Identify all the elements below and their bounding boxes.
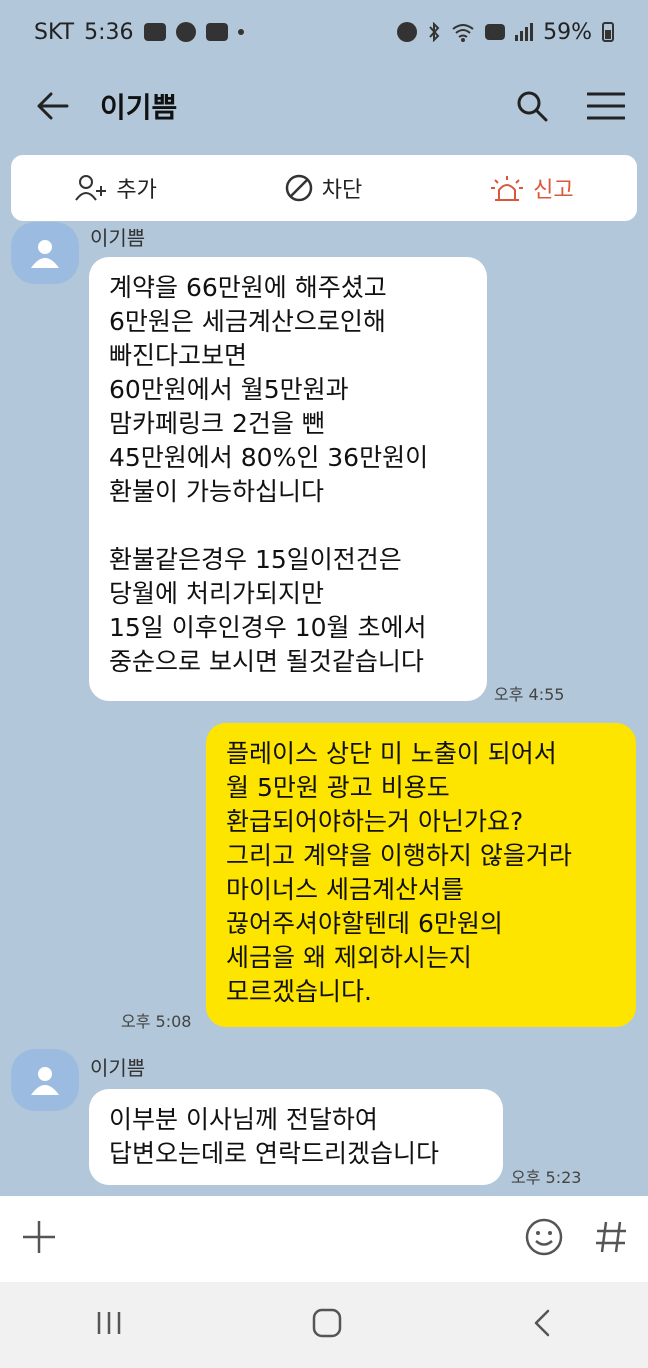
alarm-icon xyxy=(397,22,418,42)
wifi-icon xyxy=(452,24,474,42)
message-notification-icon xyxy=(143,23,166,41)
hashtag-button[interactable] xyxy=(594,1219,628,1259)
battery-icon xyxy=(602,22,614,42)
report-button[interactable]: 신고 xyxy=(489,172,574,204)
add-friend-label: 추가 xyxy=(116,178,157,203)
kakaotalk-notification-icon xyxy=(175,22,196,42)
default-profile-icon xyxy=(31,240,59,268)
menu-button[interactable] xyxy=(584,84,628,128)
recent-apps-icon xyxy=(97,1312,120,1334)
emoji-icon xyxy=(525,1218,563,1256)
received-message-bubble[interactable]: 계약을 66만원에 해주셨고 6만원은 세금계산으로인해 빠진다고보면 60만원… xyxy=(89,257,487,701)
system-back-button[interactable] xyxy=(530,1307,554,1343)
system-navigation-bar xyxy=(0,1282,648,1368)
chat-header: 이기쁨 xyxy=(0,64,648,148)
search-button[interactable] xyxy=(510,84,554,128)
friend-action-bar: 추가 차단 신고 xyxy=(11,155,637,221)
more-notifications-icon xyxy=(237,29,244,35)
recent-apps-button[interactable] xyxy=(94,1309,124,1341)
add-friend-button[interactable]: 추가 xyxy=(74,172,157,204)
back-button[interactable] xyxy=(30,84,74,128)
add-person-icon xyxy=(75,175,107,201)
chevron-left-icon xyxy=(535,1309,550,1337)
attach-button[interactable] xyxy=(20,1218,58,1260)
signal-icon xyxy=(515,23,534,41)
battery-percent: 59% xyxy=(543,19,592,45)
avatar[interactable] xyxy=(11,222,79,284)
status-bar: SKT 5:36 59% xyxy=(0,0,648,64)
block-button[interactable]: 차단 xyxy=(284,172,362,204)
app-notification-icon xyxy=(205,23,228,41)
sender-name: 이기쁨 xyxy=(90,226,146,250)
block-icon xyxy=(285,174,312,202)
clock: 5:36 xyxy=(84,19,134,45)
plus-icon xyxy=(23,1221,55,1253)
emoticon-button[interactable] xyxy=(524,1217,564,1261)
sent-message-bubble[interactable]: 플레이스 상단 미 노출이 되어서 월 5만원 광고 비용도 환급되어야하는거 … xyxy=(206,723,636,1027)
chat-title: 이기쁨 xyxy=(100,91,178,124)
back-arrow-icon xyxy=(37,92,69,120)
home-button[interactable] xyxy=(311,1307,343,1343)
received-message-bubble[interactable]: 이부분 이사님께 전달하여 답변오는데로 연락드리겠습니다 xyxy=(89,1089,503,1185)
hashtag-icon xyxy=(596,1221,626,1253)
bluetooth-icon xyxy=(429,22,440,42)
search-icon xyxy=(517,91,548,122)
message-time: 오후 5:08 xyxy=(121,1012,192,1031)
message-time: 오후 5:23 xyxy=(511,1168,582,1187)
carrier-label: SKT xyxy=(34,19,75,45)
avatar[interactable] xyxy=(11,1049,79,1111)
block-label: 차단 xyxy=(321,178,363,203)
message-input-bar xyxy=(0,1196,648,1282)
message-time: 오후 4:55 xyxy=(494,685,565,704)
hamburger-menu-icon xyxy=(587,92,625,120)
home-icon xyxy=(312,1308,342,1338)
sender-name: 이기쁨 xyxy=(90,1056,146,1080)
default-profile-icon xyxy=(31,1067,59,1095)
report-label: 신고 xyxy=(533,178,574,203)
hd-voice-icon xyxy=(485,24,506,40)
siren-icon xyxy=(491,176,524,201)
